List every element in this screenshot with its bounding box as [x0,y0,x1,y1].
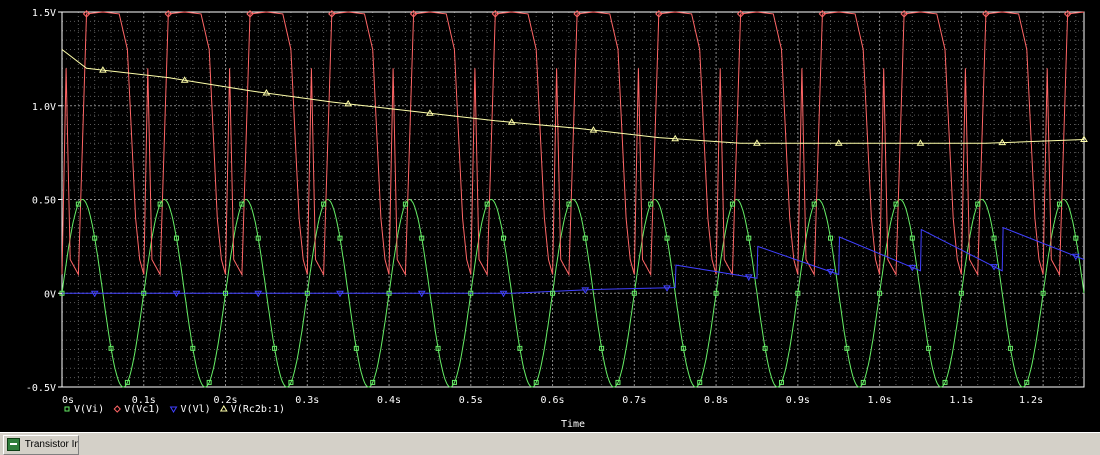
x-axis-label: Time [561,419,585,430]
waveform-chart[interactable]: -0.5V0V0.501.0V1.5V 0s 0.1s 0.2s 0.3s 0.4s 0.… [0,0,1100,432]
legend-marker [169,406,178,413]
x-tick-label: 0.3s [295,395,319,406]
x-tick-label: 0.8s [704,395,728,406]
schematic-icon [7,437,20,451]
x-tick-label: 0.7s [622,395,646,406]
legend-label: V(Vl) [181,404,211,415]
y-tick-label: 1.5V [32,8,56,19]
legend-marker [113,405,121,413]
legend-item[interactable]: V(Rc2b:1) [219,404,285,415]
taskbar-window-button[interactable]: Transistor Int... [3,435,79,455]
x-tick-label: 1.1s [949,395,973,406]
y-tick-label: 0.50 [32,196,56,207]
legend-marker [64,406,70,412]
y-tick-label: 1.0V [32,102,56,113]
x-tick-label: 0.9s [786,395,810,406]
x-tick-label: 0.5s [459,395,483,406]
x-tick-label: 1.0s [868,395,892,406]
marker-layer [59,10,1088,385]
legend-marker [219,405,228,412]
y-tick-labels: -0.5V 0V 0.50 1.0V 1.5V [26,8,62,394]
x-tick-label: 0.6s [541,395,565,406]
x-tick-label: 0.4s [377,395,401,406]
legend-item[interactable]: V(Vl) [169,404,211,415]
x-tick-label: 1.2s [1019,395,1043,406]
y-tick-label: 0V [44,289,56,300]
legend-item[interactable]: V(Vc1) [113,404,160,415]
x-tick-label: 0s [62,395,74,406]
taskbar: Transistor Int... [0,432,1100,455]
legend-label: V(Vc1) [124,404,160,415]
legend-label: V(Vi) [74,404,104,415]
plot-window: -0.5V 0V 0.50 1.0V 1.5V 0s 0.1s 0.2s 0.3s 0.4s 0.… [0,0,1100,432]
legend-label: V(Rc2b:1) [231,404,285,415]
taskbar-window-label: Transistor Int... [24,439,78,450]
y-tick-label: -0.5V [26,383,56,394]
legend[interactable]: V(Vi) V(Vc1) V(Vl) V(Rc2b:1) [64,404,285,415]
